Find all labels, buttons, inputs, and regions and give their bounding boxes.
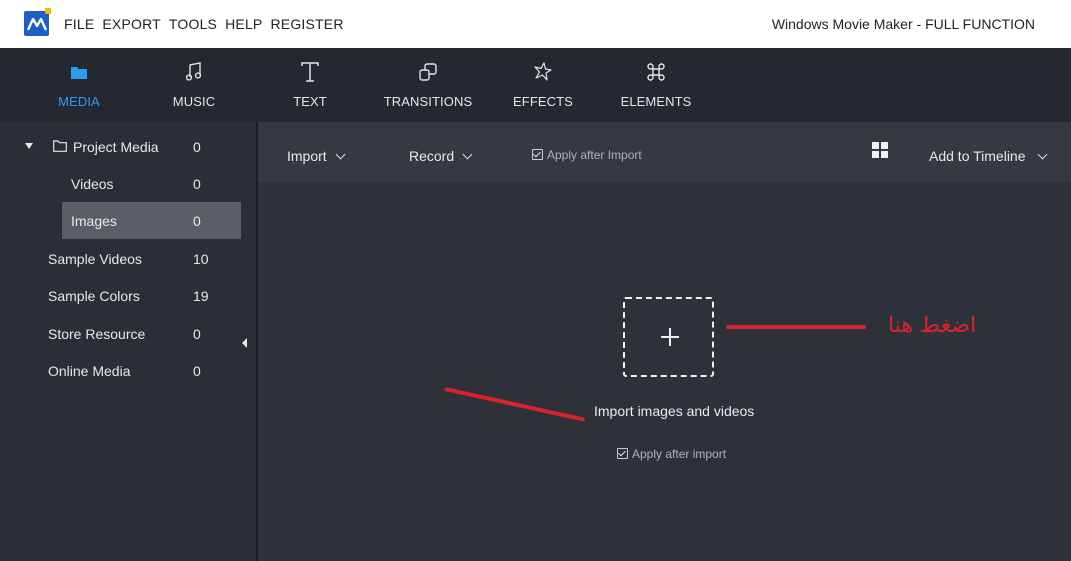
import-label: Import xyxy=(287,148,327,164)
sidebar-item-count: 10 xyxy=(193,250,209,267)
sidebar-item-sample-colors[interactable]: Sample Colors 19 xyxy=(0,277,241,314)
add-to-timeline-label: Add to Timeline xyxy=(929,148,1026,164)
logo-m-icon xyxy=(26,17,47,30)
annotation-arrow-line xyxy=(726,325,866,329)
media-library-panel: Project Media 0 Videos 0 Images 0 Sample… xyxy=(0,122,256,561)
sidebar-item-count: 0 xyxy=(193,175,201,192)
sidebar-item-project-media[interactable]: Project Media 0 xyxy=(0,128,241,165)
tab-media[interactable]: MEDIA xyxy=(52,48,106,122)
text-t-icon xyxy=(301,58,319,86)
tab-music[interactable]: MUSIC xyxy=(164,48,224,122)
sidebar-item-online-media[interactable]: Online Media 0 xyxy=(0,352,241,389)
app-logo xyxy=(24,8,51,36)
sidebar-item-label: Images xyxy=(71,212,117,229)
tab-media-label: MEDIA xyxy=(58,94,100,109)
expand-arrow-icon[interactable] xyxy=(25,143,33,149)
menu-help[interactable]: HELP xyxy=(221,16,266,32)
sidebar-item-count: 0 xyxy=(193,212,201,229)
apply-after-import-checkbox[interactable]: Apply after Import xyxy=(532,122,642,182)
tab-music-label: MUSIC xyxy=(172,94,216,109)
checkbox-checked-icon xyxy=(617,448,628,459)
sidebar-item-label: Online Media xyxy=(48,362,131,379)
sidebar-item-sample-videos[interactable]: Sample Videos 10 xyxy=(0,240,241,277)
folder-outline-icon xyxy=(53,140,67,152)
tab-text[interactable]: TEXT xyxy=(288,48,332,122)
tab-elements-label: ELEMENTS xyxy=(620,94,692,109)
menu-tools[interactable]: TOOLS xyxy=(165,16,221,32)
sidebar-item-label: Sample Colors xyxy=(48,287,140,304)
grid-view-icon[interactable] xyxy=(872,142,888,158)
media-toolbar: MEDIA MUSIC TEXT TRANSITIONS EFFECTS ELE… xyxy=(0,48,1071,122)
menu-register[interactable]: REGISTER xyxy=(266,16,347,32)
apply-after-import-option[interactable]: Apply after import xyxy=(617,447,726,461)
tab-transitions[interactable]: TRANSITIONS xyxy=(380,48,476,122)
sparkle-icon xyxy=(533,58,553,86)
apply-after-import-option-label: Apply after import xyxy=(632,447,727,461)
sidebar-item-count: 0 xyxy=(193,325,201,342)
transitions-icon xyxy=(418,58,438,86)
import-prompt-text: Import images and videos xyxy=(594,403,755,419)
folder-icon xyxy=(71,58,87,86)
sidebar-item-videos[interactable]: Videos 0 xyxy=(0,165,241,202)
main-menu: FILE EXPORT TOOLS HELP REGISTER xyxy=(64,0,348,48)
command-icon xyxy=(646,58,666,86)
sidebar-item-count: 0 xyxy=(193,138,201,155)
app-title: Windows Movie Maker - FULL FUNCTION xyxy=(771,16,1035,32)
tab-text-label: TEXT xyxy=(293,94,327,109)
tab-elements[interactable]: ELEMENTS xyxy=(611,48,701,122)
import-media-button[interactable] xyxy=(623,297,714,377)
sidebar-item-count: 19 xyxy=(193,287,209,304)
import-dropdown[interactable]: Import xyxy=(287,122,346,182)
tab-transitions-label: TRANSITIONS xyxy=(383,94,473,109)
tab-effects[interactable]: EFFECTS xyxy=(513,48,573,122)
menu-export[interactable]: EXPORT xyxy=(98,16,165,32)
menu-bar: FILE EXPORT TOOLS HELP REGISTER Windows … xyxy=(0,0,1071,48)
sidebar-item-images[interactable]: Images 0 xyxy=(62,202,241,239)
record-label: Record xyxy=(409,148,455,164)
record-dropdown[interactable]: Record xyxy=(409,122,473,182)
apply-after-import-label: Apply after Import xyxy=(547,148,642,162)
sidebar-item-count: 0 xyxy=(193,362,201,379)
sidebar-item-label: Sample Videos xyxy=(48,250,142,267)
add-to-timeline-dropdown[interactable]: Add to Timeline xyxy=(929,122,1047,182)
annotation-text: اضغط هنا xyxy=(888,313,977,338)
menu-file[interactable]: FILE xyxy=(64,16,98,32)
sidebar-item-label: Store Resource xyxy=(48,325,146,342)
collapse-panel-icon[interactable] xyxy=(242,338,247,348)
checkbox-checked-icon xyxy=(532,149,543,160)
sidebar-item-label: Project Media xyxy=(73,138,159,155)
chevron-down-icon xyxy=(335,149,346,160)
chevron-down-icon xyxy=(1037,149,1047,160)
sidebar-item-store-resource[interactable]: Store Resource 0 xyxy=(0,315,241,352)
chevron-down-icon xyxy=(462,149,473,160)
music-note-icon xyxy=(186,58,202,86)
sidebar-item-label: Videos xyxy=(71,175,114,192)
tab-effects-label: EFFECTS xyxy=(513,94,573,109)
media-subtoolbar: Import Record Apply after Import Add to … xyxy=(258,122,1071,182)
